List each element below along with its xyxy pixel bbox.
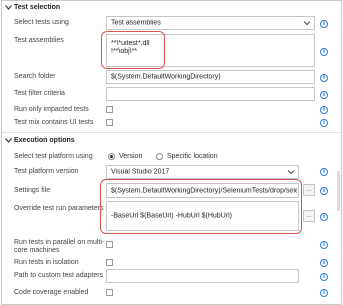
run-parallel-label-line1: Run tests in parallel on multi- (14, 239, 105, 246)
settings-file-label: Settings file (14, 187, 51, 194)
custom-adapters-label: Path to custom test adapters (14, 272, 104, 279)
test-filter-criteria-label: Test filter criteria (14, 90, 65, 97)
platform-version-dropdown[interactable]: Visual Studio 2017 (106, 165, 299, 179)
chevron-down-icon (287, 169, 295, 175)
run-parallel-label: Run tests in parallel on multi- core mac… (14, 239, 104, 255)
run-only-impacted-checkbox[interactable] (106, 106, 113, 113)
info-icon[interactable]: i (320, 20, 328, 28)
override-params-textarea[interactable]: -BaseUrl $(BaseUrl) -HubUrl $(HubUrl) (106, 201, 299, 231)
code-coverage-checkbox[interactable] (106, 289, 113, 296)
platform-location-radio-label: Specific location (167, 153, 218, 160)
section-divider (2, 132, 341, 133)
test-filter-criteria-input[interactable] (106, 87, 315, 101)
run-only-impacted-label: Run only impacted tests (14, 106, 89, 113)
section-title: Execution options (14, 136, 75, 144)
search-folder-value: $(System.DefaultWorkingDirectory) (111, 73, 221, 81)
custom-adapters-input[interactable] (106, 269, 299, 283)
run-parallel-checkbox[interactable] (106, 241, 113, 248)
search-folder-input[interactable]: $(System.DefaultWorkingDirectory) (106, 70, 315, 84)
select-tests-using-dropdown[interactable]: Test assemblies (106, 16, 315, 30)
section-header-test-selection[interactable]: Test selection (4, 2, 60, 12)
info-icon[interactable]: i (320, 213, 328, 221)
settings-file-input[interactable]: $(System.DefaultWorkingDirectory)/Seleni… (106, 183, 299, 198)
settings-file-browse-button[interactable]: ... (303, 184, 315, 196)
run-isolation-label: Run tests in isolation (14, 259, 79, 266)
info-icon[interactable]: i (320, 289, 328, 297)
run-isolation-checkbox[interactable] (106, 259, 113, 266)
info-icon[interactable]: i (320, 48, 328, 56)
info-icon[interactable]: i (320, 187, 328, 195)
platform-location-radio[interactable] (156, 153, 163, 160)
settings-file-value: $(System.DefaultWorkingDirectory)/Seleni… (111, 187, 297, 194)
task-settings-panel: Test selection Select tests using Test a… (1, 0, 342, 305)
select-platform-label: Select test platform using (14, 153, 93, 160)
override-params-label: Override test run parameters (14, 205, 104, 212)
override-params-browse-button[interactable]: ... (303, 210, 315, 222)
test-assemblies-value: **\*uitest*.dll !**\obj\** (111, 40, 150, 55)
info-icon[interactable]: i (320, 168, 328, 176)
test-assemblies-textarea[interactable]: **\*uitest*.dll !**\obj\** (106, 34, 315, 67)
section-title: Test selection (14, 3, 61, 11)
test-assemblies-label: Test assemblies (14, 37, 64, 44)
test-mix-ui-checkbox[interactable] (106, 119, 113, 126)
info-icon[interactable]: i (320, 273, 328, 281)
info-icon[interactable]: i (320, 74, 328, 82)
platform-version-label: Test platform version (14, 168, 79, 175)
info-icon[interactable]: i (320, 259, 328, 267)
select-tests-using-label: Select tests using (14, 19, 69, 26)
scrollbar[interactable] (337, 171, 340, 211)
platform-version-value: Visual Studio 2017 (111, 168, 170, 176)
section-header-execution-options[interactable]: Execution options (4, 135, 75, 145)
chevron-down-icon (4, 136, 12, 144)
override-params-value: -BaseUrl $(BaseUrl) -HubUrl $(HubUrl) (111, 212, 232, 220)
select-tests-using-value: Test assemblies (111, 19, 161, 27)
info-icon[interactable]: i (320, 91, 328, 99)
code-coverage-label: Code coverage enabled (14, 289, 89, 296)
info-icon[interactable]: i (320, 119, 328, 127)
search-folder-label: Search folder (14, 73, 56, 80)
test-mix-ui-label: Test mix contains UI tests (14, 119, 94, 126)
chevron-down-icon (303, 20, 311, 26)
platform-version-radio[interactable] (108, 153, 115, 160)
chevron-down-icon (4, 3, 12, 11)
info-icon[interactable]: i (320, 106, 328, 114)
run-parallel-label-line2: core machines (14, 247, 60, 254)
platform-version-radio-label: Version (119, 153, 143, 160)
info-icon[interactable]: i (320, 241, 328, 249)
